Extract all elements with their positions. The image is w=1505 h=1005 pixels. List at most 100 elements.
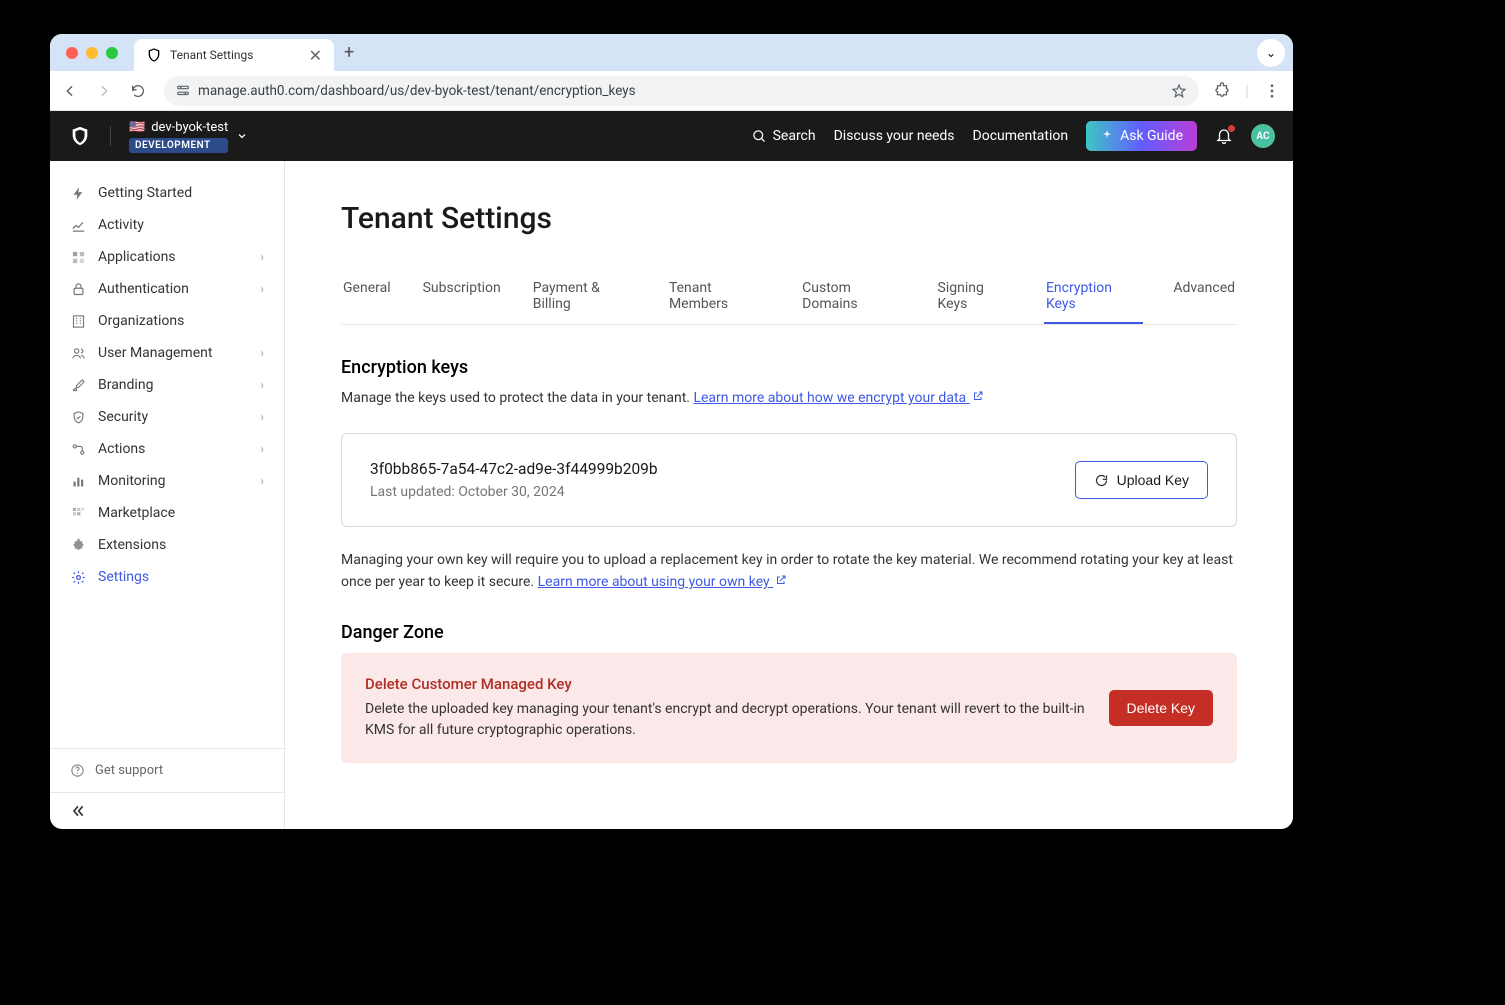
tab-tenant-members[interactable]: Tenant Members [667,270,772,324]
env-badge: DEVELOPMENT [129,138,228,153]
users-icon [70,345,86,361]
sidebar-item-settings[interactable]: Settings [58,561,276,593]
ask-guide-button[interactable]: Ask Guide [1086,121,1197,151]
new-tab-button[interactable]: + [344,42,354,63]
notifications-button[interactable] [1215,127,1233,145]
sidebar-item-user-management[interactable]: User Management› [58,337,276,369]
sidebar-item-label: Organizations [98,313,184,329]
encryption-key-card: 3f0bb865-7a54-47c2-ad9e-3f44999b209b Las… [341,433,1237,527]
key-updated: Last updated: October 30, 2024 [370,484,658,500]
auth0-logo-icon[interactable] [68,124,92,148]
chevron-right-icon: › [260,378,264,392]
sidebar-item-label: Actions [98,441,145,457]
learn-encrypt-link[interactable]: Learn more about how we encrypt your dat… [693,390,983,406]
shield-icon [70,409,86,425]
lock-icon [70,281,86,297]
sidebar-item-label: Extensions [98,537,166,553]
sidebar-item-label: Activity [98,217,144,233]
extensions-icon[interactable] [1213,82,1231,100]
chevron-right-icon: › [260,442,264,456]
forward-button[interactable] [96,83,116,99]
grid-icon [70,505,86,521]
apps-icon [70,249,86,265]
chart-icon [70,217,86,233]
tab-custom-domains[interactable]: Custom Domains [800,270,907,324]
sidebar-item-label: Branding [98,377,153,393]
sidebar-item-label: Monitoring [98,473,166,489]
chevron-down-icon [236,130,248,142]
chevron-double-left-icon [70,803,86,819]
tab-advanced[interactable]: Advanced [1171,270,1237,324]
window-controls [66,47,118,59]
sidebar-item-label: Marketplace [98,505,175,521]
app-header: 🇺🇸 dev-byok-test DEVELOPMENT Search Disc… [50,111,1293,161]
bookmark-star-icon[interactable] [1171,83,1187,99]
settings-tabs: General Subscription Payment & Billing Tena… [341,270,1237,325]
tab-subscription[interactable]: Subscription [421,270,503,324]
tab-general[interactable]: General [341,270,393,324]
sparkle-icon [1100,129,1114,143]
sidebar-item-label: Settings [98,569,149,585]
browser-tab[interactable]: Tenant Settings ✕ [134,39,334,71]
chevron-right-icon: › [260,282,264,296]
sidebar-item-getting-started[interactable]: Getting Started [58,177,276,209]
sidebar-item-activity[interactable]: Activity [58,209,276,241]
back-button[interactable] [62,83,82,99]
collapse-sidebar-button[interactable] [50,792,284,829]
documentation-link[interactable]: Documentation [973,128,1069,144]
close-window-button[interactable] [66,47,78,59]
address-bar[interactable]: manage.auth0.com/dashboard/us/dev-byok-t… [164,76,1199,106]
sidebar-item-authentication[interactable]: Authentication › [58,273,276,305]
danger-zone-card: Delete Customer Managed Key Delete the u… [341,653,1237,763]
sidebar-item-branding[interactable]: Branding › [58,369,276,401]
sidebar-item-monitoring[interactable]: Monitoring › [58,465,276,497]
brush-icon [70,377,86,393]
bars-icon [70,473,86,489]
main-content: Tenant Settings General Subscription Payme… [285,161,1293,829]
tab-title: Tenant Settings [170,48,301,62]
tabs-dropdown-button[interactable]: ⌄ [1257,39,1285,67]
sidebar-item-security[interactable]: Security› [58,401,276,433]
flow-icon [70,441,86,457]
sidebar-item-label: Authentication [98,281,189,297]
shield-icon [146,47,162,63]
get-support-link[interactable]: Get support [50,748,284,792]
refresh-icon [1094,473,1109,488]
browser-menu-icon[interactable] [1263,82,1281,100]
danger-zone-title: Danger Zone [341,622,1237,643]
minimize-window-button[interactable] [86,47,98,59]
browser-toolbar: manage.auth0.com/dashboard/us/dev-byok-t… [50,71,1293,111]
puzzle-icon [70,537,86,553]
sidebar-item-extensions[interactable]: Extensions [58,529,276,561]
browser-tab-strip: Tenant Settings ✕ + ⌄ [50,34,1293,71]
rotate-note: Managing your own key will require you t… [341,549,1237,594]
sidebar-item-label: Applications [98,249,176,265]
reload-button[interactable] [130,83,150,99]
sidebar-item-organizations[interactable]: Organizations [58,305,276,337]
learn-own-key-link[interactable]: Learn more about using your own key [538,574,788,590]
building-icon [70,313,86,329]
delete-key-button[interactable]: Delete Key [1109,690,1213,726]
gear-icon [70,569,86,585]
close-tab-button[interactable]: ✕ [309,46,322,65]
tab-payment-billing[interactable]: Payment & Billing [531,270,639,324]
maximize-window-button[interactable] [106,47,118,59]
upload-key-button[interactable]: Upload Key [1075,461,1208,499]
page-title: Tenant Settings [341,201,1237,236]
key-id: 3f0bb865-7a54-47c2-ad9e-3f44999b209b [370,460,658,478]
browser-window: Tenant Settings ✕ + ⌄ manage.auth0.com/d… [50,34,1293,829]
avatar[interactable]: AC [1251,124,1275,148]
tenant-name: 🇺🇸 dev-byok-test [129,120,228,135]
discuss-link[interactable]: Discuss your needs [834,128,955,144]
tenant-selector[interactable]: 🇺🇸 dev-byok-test DEVELOPMENT [129,120,248,153]
chevron-right-icon: › [260,474,264,488]
chevron-right-icon: › [260,250,264,264]
sidebar-item-marketplace[interactable]: Marketplace [58,497,276,529]
sidebar-item-label: User Management [98,345,212,361]
sidebar-item-actions[interactable]: Actions › [58,433,276,465]
search-button[interactable]: Search [752,128,816,144]
encryption-section-desc: Manage the keys used to protect the data… [341,388,1237,409]
sidebar-item-applications[interactable]: Applications › [58,241,276,273]
tab-signing-keys[interactable]: Signing Keys [936,270,1016,324]
tab-encryption-keys[interactable]: Encryption Keys [1044,270,1143,324]
